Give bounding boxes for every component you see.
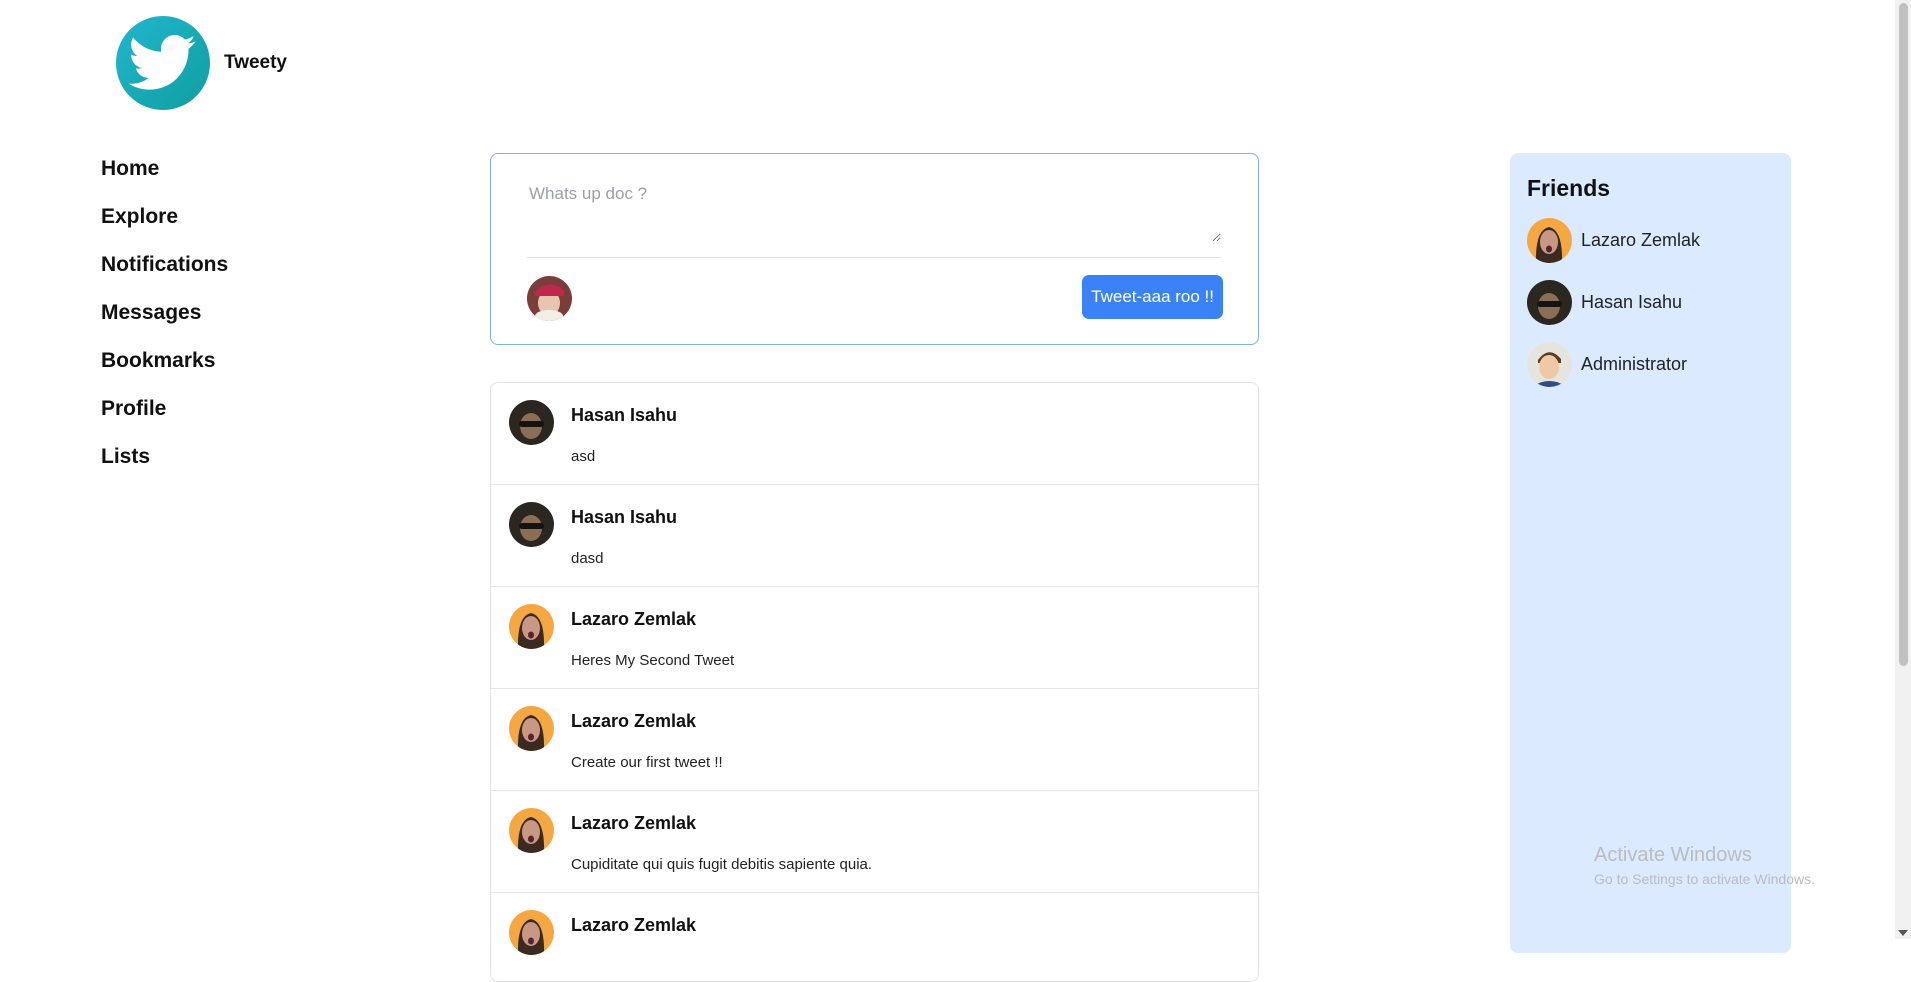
nav-item-messages[interactable]: Messages	[101, 294, 228, 342]
tweet-feed: Hasan Isahu asd Hasan Isahu dasd Lazaro …	[490, 382, 1259, 982]
tweet-body: Heres My Second Tweet	[571, 652, 735, 669]
friend-name[interactable]: Hasan Isahu	[1581, 292, 1682, 313]
nav-item-notifications[interactable]: Notifications	[101, 246, 228, 294]
brand-name[interactable]: Tweety	[224, 52, 287, 74]
tweet-item[interactable]: Lazaro Zemlak Cupiditate qui quis fugit …	[491, 791, 1258, 893]
current-user-avatar	[527, 276, 572, 321]
windows-activation-watermark: Activate Windows Go to Settings to activ…	[1594, 844, 1815, 887]
scrollbar-thumb[interactable]	[1899, 3, 1908, 666]
tweet-author-name[interactable]: Hasan Isahu	[571, 507, 677, 528]
tweet-author-name[interactable]: Lazaro Zemlak	[571, 711, 696, 732]
tweet-submit-button[interactable]: Tweet-aaa roo !!	[1082, 275, 1223, 319]
tweet-author-name[interactable]: Lazaro Zemlak	[571, 915, 696, 936]
friend-name[interactable]: Administrator	[1581, 354, 1687, 375]
friend-avatar[interactable]	[1527, 217, 1572, 263]
tweet-input[interactable]	[527, 182, 1221, 242]
watermark-title: Activate Windows	[1594, 844, 1752, 866]
tweet-author-name[interactable]: Lazaro Zemlak	[571, 609, 696, 630]
friend-item[interactable]: Administrator	[1527, 341, 1687, 387]
brand-logo[interactable]	[116, 16, 210, 110]
tweet-author-avatar[interactable]	[509, 604, 554, 649]
tweet-item[interactable]: Hasan Isahu asd	[491, 383, 1258, 485]
nav-item-lists[interactable]: Lists	[101, 438, 228, 486]
friends-panel: Friends Lazaro Zemlak Hasan Isahu Admini…	[1510, 153, 1791, 953]
nav-item-home[interactable]: Home	[101, 150, 228, 198]
bird-logo-icon	[129, 35, 196, 90]
composer-divider	[527, 257, 1221, 258]
tweet-item[interactable]: Hasan Isahu dasd	[491, 485, 1258, 587]
tweet-author-avatar[interactable]	[509, 400, 554, 445]
tweet-body: dasd	[571, 550, 604, 567]
friend-avatar[interactable]	[1527, 341, 1572, 387]
scroll-down-arrow-icon[interactable]	[1898, 930, 1908, 936]
tweet-item[interactable]: Lazaro Zemlak Create our first tweet !!	[491, 689, 1258, 791]
tweet-composer: Tweet-aaa roo !!	[490, 153, 1259, 345]
tweet-body: Cupiditate qui quis fugit debitis sapien…	[571, 856, 873, 873]
nav-item-bookmarks[interactable]: Bookmarks	[101, 342, 228, 390]
friend-name[interactable]: Lazaro Zemlak	[1581, 230, 1700, 251]
tweet-body: asd	[571, 448, 596, 465]
nav-item-explore[interactable]: Explore	[101, 198, 228, 246]
nav-item-profile[interactable]: Profile	[101, 390, 228, 438]
page-scrollbar[interactable]	[1895, 0, 1911, 939]
tweet-author-avatar[interactable]	[509, 706, 554, 751]
tweet-author-avatar[interactable]	[509, 910, 554, 955]
watermark-subtitle: Go to Settings to activate Windows.	[1594, 871, 1815, 887]
friend-avatar[interactable]	[1527, 279, 1572, 325]
main-nav: Home Explore Notifications Messages Book…	[101, 150, 228, 486]
tweet-item[interactable]: Lazaro Zemlak Heres My Second Tweet	[491, 587, 1258, 689]
tweet-author-avatar[interactable]	[509, 502, 554, 547]
tweet-author-name[interactable]: Hasan Isahu	[571, 405, 677, 426]
friend-item[interactable]: Hasan Isahu	[1527, 279, 1682, 325]
tweet-body: Create our first tweet !!	[571, 754, 723, 771]
tweet-item[interactable]: Lazaro Zemlak	[491, 893, 1258, 981]
friend-item[interactable]: Lazaro Zemlak	[1527, 217, 1700, 263]
tweet-author-avatar[interactable]	[509, 808, 554, 853]
friends-title: Friends	[1527, 175, 1611, 201]
tweet-author-name[interactable]: Lazaro Zemlak	[571, 813, 696, 834]
